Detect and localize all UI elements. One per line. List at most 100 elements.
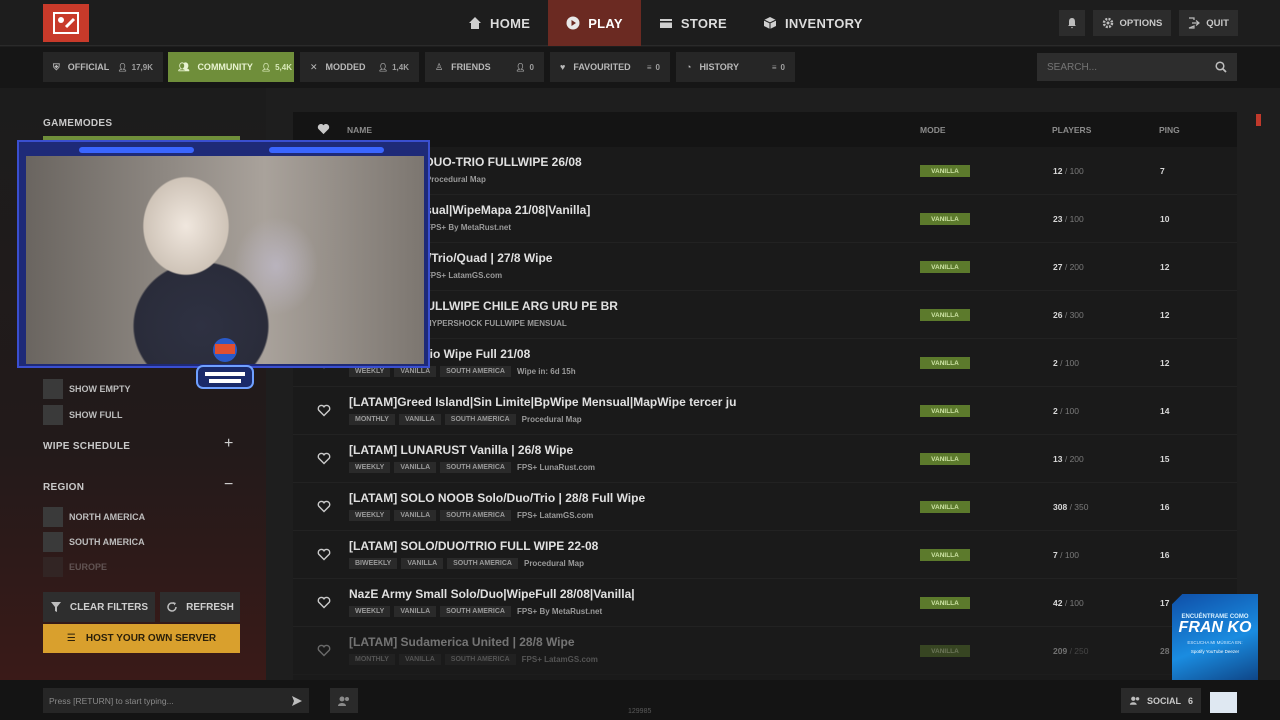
server-tag: MONTHLY [349,414,395,425]
show-empty-label: SHOW EMPTY [69,384,131,394]
exit-icon [1189,17,1201,29]
tab-official-label: OFFICIAL [67,62,110,72]
party-button[interactable] [330,688,358,713]
nav-inventory-label: INVENTORY [784,15,863,31]
show-empty-option[interactable]: SHOW EMPTY [43,379,131,399]
expand-plus-icon[interactable]: + [224,435,233,453]
refresh-icon [167,602,177,612]
tab-history[interactable]: ◔ HISTORY ≡ 0 [676,52,795,82]
table-row[interactable]: NazE Army Small Solo/Duo|WipeFull 28/08|… [293,579,1237,627]
server-description: FPS+ By MetaRust.net [425,223,511,232]
favourite-heart-icon[interactable] [317,404,331,417]
server-tag: SOUTH AMERICA [440,606,511,617]
table-row[interactable]: [LATAM] Sudamerica United | 28/8 Wipe MO… [293,627,1237,675]
logo-icon [53,12,79,34]
region-europe[interactable]: EUROPE [43,557,107,577]
region-checkbox[interactable] [43,507,63,527]
col-ping[interactable]: PING [1159,125,1180,135]
rust-logo[interactable] [43,4,89,42]
nav-home[interactable]: HOME [450,0,548,46]
host-server-button[interactable]: ☰ HOST YOUR OWN SERVER [43,624,240,653]
search-input[interactable] [1047,61,1197,73]
server-tag: SOUTH AMERICA [440,510,511,521]
player-count: 13 / 200 [1053,454,1084,464]
favourite-heart-icon[interactable] [317,644,331,657]
avatar[interactable] [1210,692,1237,713]
server-tag: SOUTH AMERICA [447,558,518,569]
region-checkbox[interactable] [43,557,63,577]
list-icon: ≡ [771,62,777,72]
favourite-heart-icon[interactable] [317,548,331,561]
clear-filters-button[interactable]: CLEAR FILTERS [43,592,155,622]
tab-modded[interactable]: ✕ MODDED 👤︎ 1,4K [300,52,419,82]
favourite-heart-icon[interactable] [317,596,331,609]
scrollbar-thumb[interactable] [1256,114,1261,126]
server-description: FPS+ LatamGS.com [425,271,503,280]
show-full-checkbox[interactable] [43,405,63,425]
mode-badge: VANILLA [920,645,970,657]
table-row[interactable]: la Solo/Duo/Trio Wipe Full 21/08 WEEKLY V… [293,339,1237,387]
build-version: 129985 [628,708,652,715]
nav-inventory[interactable]: INVENTORY [745,0,881,46]
favourite-heart-icon[interactable] [317,500,331,513]
options-label: OPTIONS [1119,17,1163,29]
server-tag: VANILLA [394,462,437,473]
server-description: Wipe in: 6d 15h [516,367,576,376]
region-checkbox[interactable] [43,532,63,552]
col-name[interactable]: NAME [347,125,372,135]
mode-badge: VANILLA [920,501,970,513]
table-row[interactable]: MITES 2808 FULLWIPE CHILE ARG URU PE BR … [293,291,1237,339]
server-description: Procedural Map [521,415,582,424]
col-players[interactable]: PLAYERS [1052,125,1091,135]
social-button[interactable]: SOCIAL 6 [1121,688,1201,713]
server-name: NazE Army Small Solo/Duo|WipeFull 28/08|… [349,587,635,601]
server-tag: WEEKLY [349,606,391,617]
tab-friends[interactable]: ♙ FRIENDS 👤︎ 0 [425,52,544,82]
region-heading[interactable]: REGION [43,482,84,493]
players-current: 2 [1053,406,1058,416]
show-empty-checkbox[interactable] [43,379,63,399]
play-icon [566,16,580,30]
heart-icon[interactable] [317,123,330,135]
search-icon[interactable] [1215,61,1227,73]
send-icon[interactable] [291,695,303,707]
col-mode[interactable]: MODE [920,125,946,135]
table-row[interactable]: [LATAM] SOLO/DUO/TRIO FULL WIPE 22-08 BI… [293,531,1237,579]
nav-home-label: HOME [490,15,531,31]
wipe-schedule-heading[interactable]: WIPE SCHEDULE [43,441,130,452]
table-row[interactable]: [LATAM] SOLO NOOB Solo/Duo/Trio | 28/8 F… [293,483,1237,531]
show-full-label: SHOW FULL [69,410,123,420]
player-count: 23 / 100 [1053,214,1084,224]
tab-friends-count: 0 [529,62,534,72]
table-row[interactable]: [LATAM] LUNARUST Vanilla | 26/8 Wipe WEE… [293,435,1237,483]
person-icon: 👤︎ [515,62,526,72]
collapse-minus-icon[interactable]: − [224,476,233,494]
players-current: 26 [1053,310,1063,320]
options-button[interactable]: OPTIONS [1092,10,1172,36]
region-south-america[interactable]: SOUTH AMERICA [43,532,145,552]
clear-filters-label: CLEAR FILTERS [69,601,149,613]
notifications-button[interactable] [1058,10,1085,36]
ping-value: 16 [1160,550,1170,560]
region-north-america[interactable]: NORTH AMERICA [43,507,145,527]
heart-icon: ♥ [560,62,566,72]
favourite-heart-icon[interactable] [317,452,331,465]
main-nav: HOME PLAY STORE INVENTORY [450,0,881,46]
friends-icon: ♙ [435,61,444,72]
player-count: 27 / 200 [1053,262,1084,272]
refresh-button[interactable]: REFRESH [160,592,240,622]
show-full-option[interactable]: SHOW FULL [43,405,123,425]
tab-official[interactable]: ⛨ OFFICIAL 👤︎ 17,9K [43,52,163,82]
table-row[interactable]: [LATAM]Greed Island|Sin Limite|BpWipe Me… [293,387,1237,435]
table-row[interactable]: LLA Solo/Duo/Trio/Quad | 27/8 Wipe SOUTH… [293,243,1237,291]
table-row[interactable]: olo/Duo [Mensual|WipeMapa 21/08|Vanilla]… [293,195,1237,243]
nav-store[interactable]: STORE [641,0,745,46]
quit-button[interactable]: QUIT [1179,10,1238,36]
tab-favourited[interactable]: ♥ FAVOURITED ≡ 0 [550,52,670,82]
chat-input[interactable]: Press [RETURN] to start typing... [43,688,309,713]
players-max: / 100 [1064,166,1084,176]
tab-community[interactable]: 👥︎ COMMUNITY 👤︎ 5,4K [168,52,294,82]
players-current: 209 [1053,646,1068,656]
nav-play[interactable]: PLAY [548,0,641,46]
table-row[interactable]: ADOS SOLO-DUO-TRIO FULLWIPE 26/08 SOUTH … [293,147,1237,195]
